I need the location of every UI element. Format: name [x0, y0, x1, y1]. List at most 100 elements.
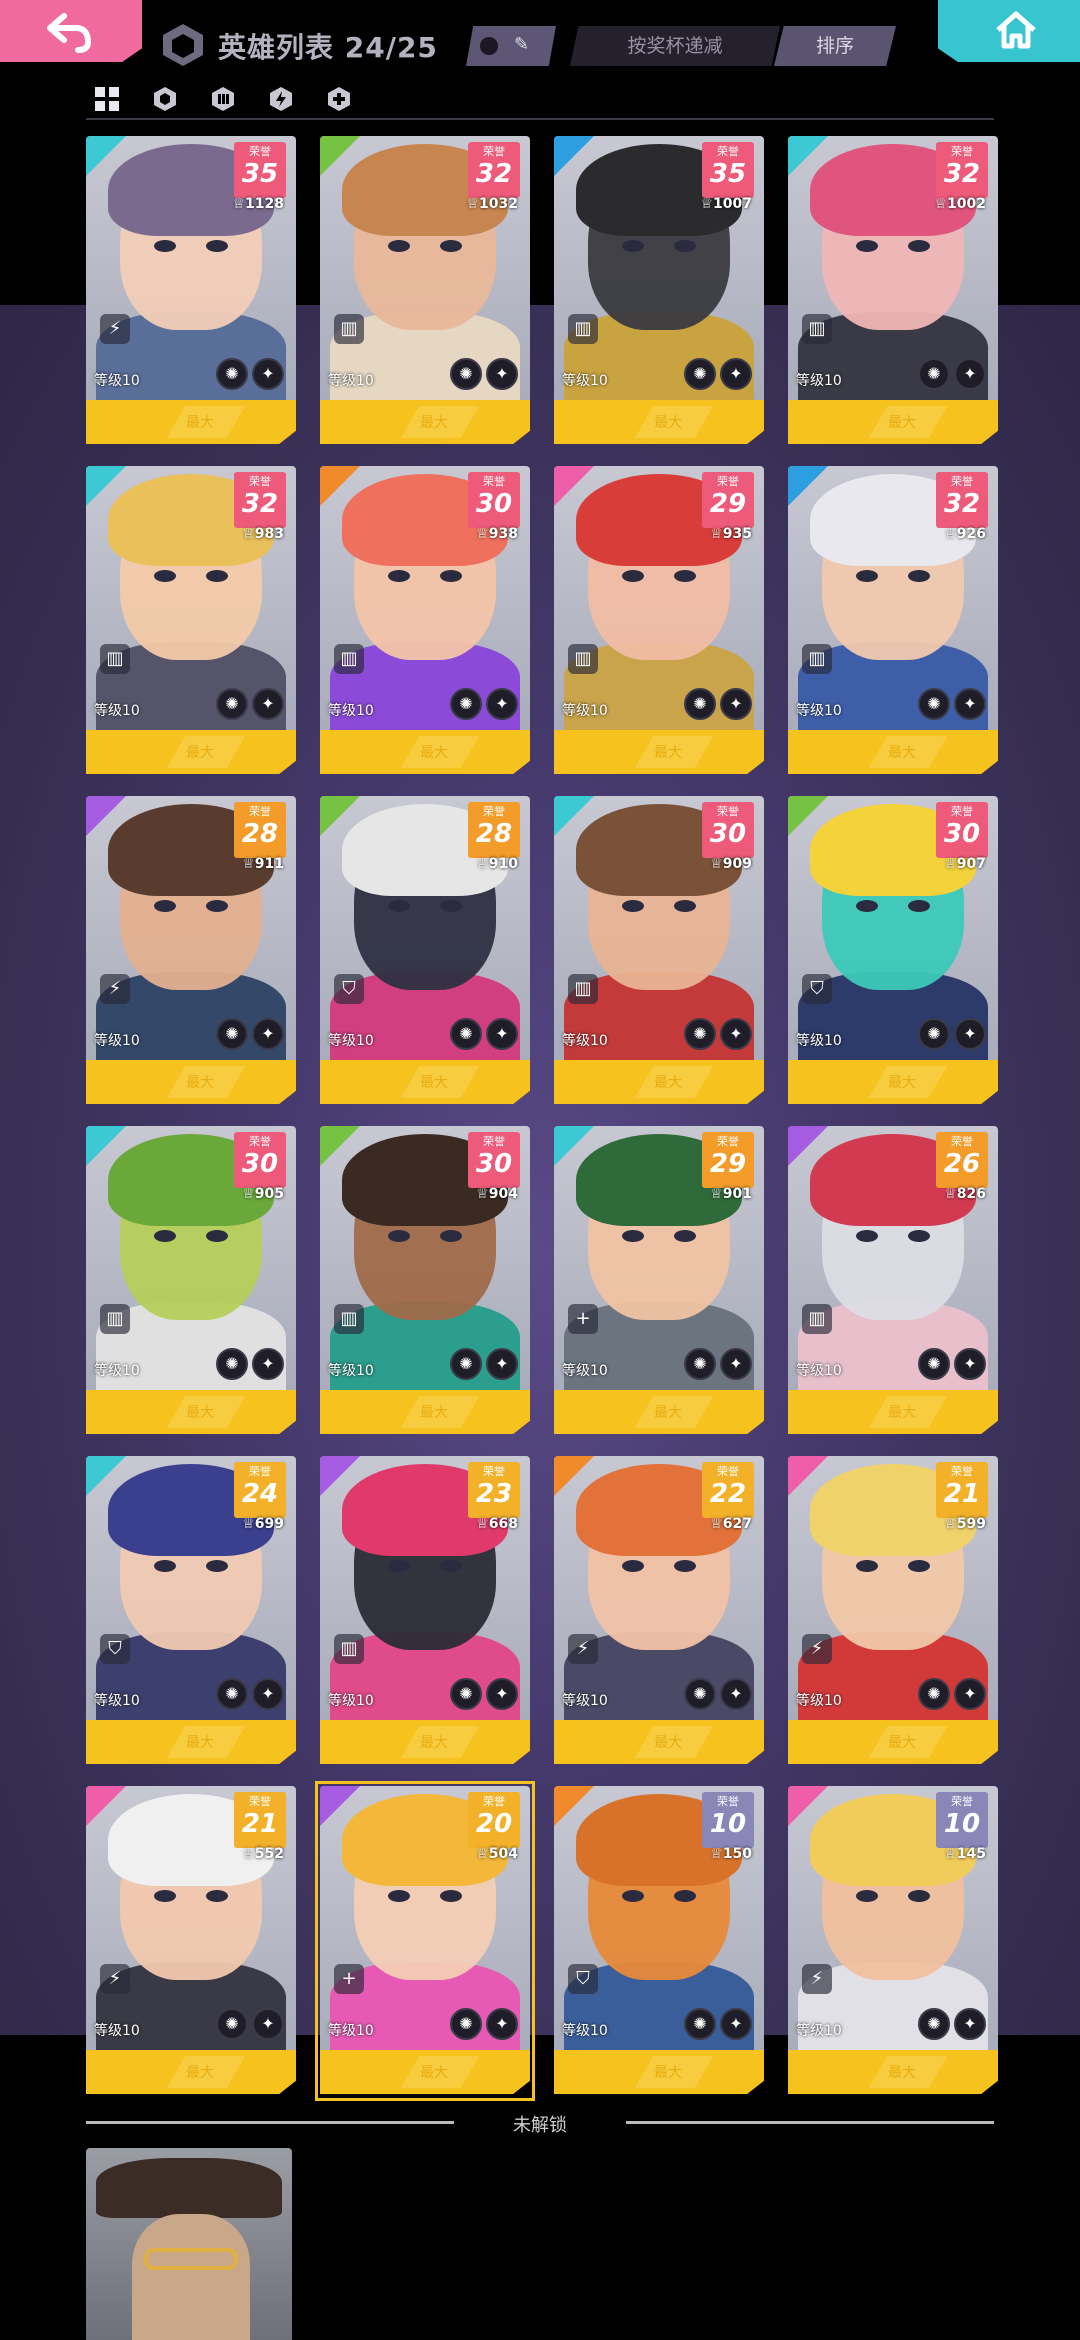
hero-level: 等级10 [94, 1033, 140, 1049]
trophy-count: ♕1002 [934, 196, 986, 212]
upgrade-bar: 最大 [86, 2050, 296, 2094]
upgrade-bar-label: 最大 [888, 1075, 916, 1091]
trophy-value: 938 [488, 526, 518, 542]
hero-eye [856, 1890, 878, 1902]
hero-card[interactable]: 荣誉 30 ♕907 ⛉ 等级10 ✺ ✦ 最大 [788, 796, 998, 1106]
rank-badge: 荣誉 30 [234, 1132, 286, 1188]
rank-badge: 荣誉 21 [234, 1792, 286, 1848]
hero-level: 等级10 [328, 1033, 374, 1049]
hero-portrait: 荣誉 29 ♕901 + 等级10 ✺ ✦ [554, 1126, 764, 1390]
hero-card[interactable]: 荣誉 32 ♕926 ▥ 等级10 ✺ ✦ 最大 [788, 466, 998, 776]
hero-class-icon: ⚡ [568, 1634, 598, 1664]
hero-card[interactable]: 荣誉 21 ♕599 ⚡ 等级10 ✺ ✦ 最大 [788, 1456, 998, 1766]
rank-value: 28 [475, 819, 513, 849]
unlock-divider-right [626, 2121, 994, 2124]
hero-card[interactable]: 荣誉 30 ♕904 ▥ 等级10 ✺ ✦ 最大 [320, 1126, 530, 1436]
trophy-value: 983 [254, 526, 284, 542]
hero-card[interactable]: 荣誉 24 ♕699 ⛉ 等级10 ✺ ✦ 最大 [86, 1456, 296, 1766]
hero-card[interactable]: 荣誉 30 ♕938 ▥ 等级10 ✺ ✦ 最大 [320, 466, 530, 776]
hero-card[interactable]: 荣誉 32 ♕1032 ▥ 等级10 ✺ ✦ 最大 [320, 136, 530, 446]
rank-label: 荣誉 [717, 1135, 739, 1148]
trophy-count: ♕910 [476, 856, 518, 872]
upgrade-bar: 最大 [788, 2050, 998, 2094]
hero-card[interactable]: 荣誉 30 ♕905 ▥ 等级10 ✺ ✦ 最大 [86, 1126, 296, 1436]
hero-card[interactable]: 荣誉 30 ♕909 ▥ 等级10 ✺ ✦ 最大 [554, 796, 764, 1106]
upgrade-bar-label: 最大 [888, 745, 916, 761]
rank-badge: 荣誉 35 [702, 142, 754, 198]
gadget-icon: ✺ [684, 1348, 716, 1380]
hero-card[interactable]: 荣誉 29 ♕935 ▥ 等级10 ✺ ✦ 最大 [554, 466, 764, 776]
trophy-value: 1002 [947, 196, 986, 212]
gadget-icon: ✺ [684, 688, 716, 720]
gadget-icon: ✺ [216, 1018, 248, 1050]
gadget-icon: ✺ [450, 1678, 482, 1710]
rank-badge: 荣誉 28 [234, 802, 286, 858]
unlock-divider-left [86, 2121, 454, 2124]
rank-label: 荣誉 [249, 145, 271, 158]
trophy-count: ♕627 [710, 1516, 752, 1532]
star-power-icon: ✦ [954, 688, 986, 720]
trophy-value: 905 [254, 1186, 284, 1202]
trophy-value: 504 [488, 1846, 518, 1862]
star-power-icon: ✦ [954, 1348, 986, 1380]
hero-eye [908, 900, 930, 912]
upgrade-bar: 最大 [320, 1390, 530, 1434]
star-power-icon: ✦ [252, 2008, 284, 2040]
trophy-count: ♕983 [242, 526, 284, 542]
hero-card[interactable]: 荣誉 32 ♕1002 ▥ 等级10 ✺ ✦ 最大 [788, 136, 998, 446]
hero-class-icon: ▥ [802, 644, 832, 674]
rank-value: 29 [709, 489, 747, 519]
trophy-value: 552 [254, 1846, 284, 1862]
hero-card[interactable]: 荣誉 10 ♕150 ⛉ 等级10 ✺ ✦ 最大 [554, 1786, 764, 2096]
hero-portrait: 荣誉 28 ♕911 ⚡ 等级10 ✺ ✦ [86, 796, 296, 1060]
star-power-icon: ✦ [252, 688, 284, 720]
rank-label: 荣誉 [951, 1795, 973, 1808]
hero-card[interactable]: 荣誉 35 ♕1007 ▥ 等级10 ✺ ✦ 最大 [554, 136, 764, 446]
hero-eye [154, 1230, 176, 1242]
upgrade-bar-label: 最大 [654, 2065, 682, 2081]
rank-label: 荣誉 [951, 1465, 973, 1478]
trophy-count: ♕926 [944, 526, 986, 542]
hero-card[interactable]: 荣誉 29 ♕901 + 等级10 ✺ ✦ 最大 [554, 1126, 764, 1436]
upgrade-bar: 最大 [788, 1390, 998, 1434]
rank-label: 荣誉 [483, 1135, 505, 1148]
hero-card[interactable]: 荣誉 10 ♕145 ⚡ 等级10 ✺ ✦ 最大 [788, 1786, 998, 2096]
hero-level: 等级10 [94, 373, 140, 389]
hero-portrait: 荣誉 10 ♕150 ⛉ 等级10 ✺ ✦ [554, 1786, 764, 2050]
hero-card[interactable]: 荣誉 26 ♕826 ▥ 等级10 ✺ ✦ 最大 [788, 1126, 998, 1436]
rank-value: 21 [943, 1479, 981, 1509]
hero-level: 等级10 [796, 1693, 842, 1709]
hero-eye [674, 1890, 696, 1902]
hero-card[interactable]: 荣誉 23 ♕668 ▥ 等级10 ✺ ✦ 最大 [320, 1456, 530, 1766]
rank-badge: 荣誉 32 [234, 472, 286, 528]
hero-portrait: 荣誉 28 ♕910 ⛉ 等级10 ✺ ✦ [320, 796, 530, 1060]
hero-portrait: 荣誉 32 ♕1002 ▥ 等级10 ✺ ✦ [788, 136, 998, 400]
hero-eye [908, 1890, 930, 1902]
hero-eye [154, 900, 176, 912]
locked-section-label: 未解锁 [513, 2115, 567, 2136]
hero-level: 等级10 [562, 2023, 608, 2039]
hero-card[interactable]: 荣誉 21 ♕552 ⚡ 等级10 ✺ ✦ 最大 [86, 1786, 296, 2096]
hero-level: 等级10 [796, 373, 842, 389]
rank-value: 30 [241, 1149, 279, 1179]
hero-card[interactable]: 荣誉 28 ♕910 ⛉ 等级10 ✺ ✦ 最大 [320, 796, 530, 1106]
hero-card[interactable]: 荣誉 35 ♕1128 ⚡ 等级10 ✺ ✦ 最大 [86, 136, 296, 446]
locked-hero-card[interactable] [86, 2148, 292, 2340]
upgrade-bar: 最大 [554, 2050, 764, 2094]
hero-card[interactable]: 荣誉 20 ♕504 + 等级10 ✺ ✦ 最大 [315, 1781, 535, 2101]
hero-eye [206, 900, 228, 912]
hero-card[interactable]: 荣誉 32 ♕983 ▥ 等级10 ✺ ✦ 最大 [86, 466, 296, 776]
hero-level: 等级10 [562, 1693, 608, 1709]
hero-class-icon: ⚡ [100, 974, 130, 1004]
upgrade-bar-label: 最大 [654, 415, 682, 431]
trophy-count: ♕145 [944, 1846, 986, 1862]
hero-portrait: 荣誉 26 ♕826 ▥ 等级10 ✺ ✦ [788, 1126, 998, 1390]
star-power-icon: ✦ [486, 688, 518, 720]
hero-level: 等级10 [94, 1363, 140, 1379]
hero-class-icon: ⛉ [100, 1634, 130, 1664]
upgrade-bar-label: 最大 [888, 1405, 916, 1421]
hero-card[interactable]: 荣誉 22 ♕627 ⚡ 等级10 ✺ ✦ 最大 [554, 1456, 764, 1766]
hero-card[interactable]: 荣誉 28 ♕911 ⚡ 等级10 ✺ ✦ 最大 [86, 796, 296, 1106]
hero-portrait: 荣誉 21 ♕599 ⚡ 等级10 ✺ ✦ [788, 1456, 998, 1720]
rank-badge: 荣誉 26 [936, 1132, 988, 1188]
